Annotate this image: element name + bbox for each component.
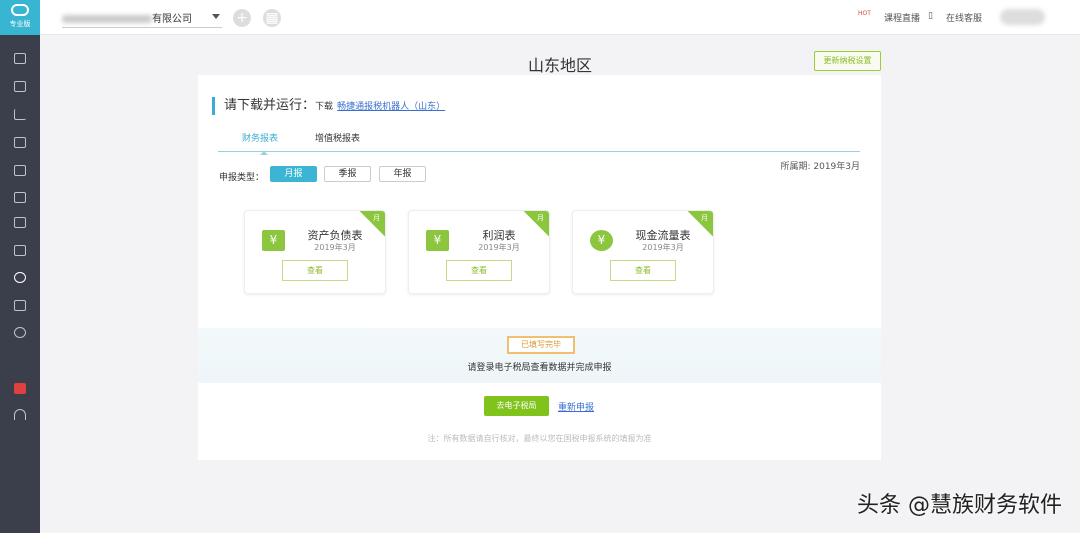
download-label: 请下载并运行： <box>224 98 316 113</box>
cloud-icon <box>11 4 29 16</box>
online-service-link[interactable]: 在线客服 <box>946 11 982 24</box>
card-date: 2019年3月 <box>314 243 356 252</box>
sidebar: 专业版 <box>0 0 40 533</box>
month-badge: 月 <box>537 214 544 222</box>
tab-financial-reports[interactable]: 财务报表 <box>242 131 278 155</box>
tab-vat-reports[interactable]: 增值税报表 <box>315 131 360 144</box>
avatar[interactable] <box>1000 9 1045 25</box>
cash-flow-card: 月 ¥ 现金流量表 2019年3月 查看 <box>572 210 714 294</box>
calendar-icon[interactable] <box>14 383 26 394</box>
watermark: 头条 @慧族财务软件 <box>857 493 1062 518</box>
card-title: 现金流量表 <box>635 229 691 242</box>
status-band: 已填写完毕 请登录电子税局查看数据并完成申报 <box>198 328 881 383</box>
view-button[interactable]: 查看 <box>610 260 676 281</box>
nav-icon-6[interactable] <box>14 192 26 203</box>
logo[interactable]: 专业版 <box>0 0 40 35</box>
month-badge: 月 <box>701 214 708 222</box>
note: 注：所有数据请自行核对，最终以您在国税申报系统的填报为准 <box>427 434 652 443</box>
grid-icon[interactable]: ▦ <box>263 9 281 27</box>
nav-icon-5[interactable] <box>14 165 26 176</box>
nav-icon-7[interactable] <box>14 217 26 228</box>
report-type-label: 申报类型： <box>219 173 265 183</box>
topbar: 有限公司 + ▦ HOT 课程直播 ▯ 在线客服 <box>40 0 1080 35</box>
annual-button[interactable]: 年报 <box>379 166 426 182</box>
page-title: 山东地区 <box>527 56 592 75</box>
download-heading: 请下载并运行：下载 畅捷通报税机器人（山东） <box>212 97 445 115</box>
hot-badge: HOT <box>858 10 871 17</box>
gauge-icon[interactable] <box>14 409 26 420</box>
quarterly-button[interactable]: 季报 <box>324 166 371 182</box>
chart-icon[interactable] <box>14 109 26 120</box>
period: 所属期: 2019年3月 <box>780 162 860 172</box>
download-prefix: 下载 <box>315 102 334 112</box>
income-statement-card: 月 ¥ 利润表 2019年3月 查看 <box>408 210 550 294</box>
company-select[interactable]: 有限公司 <box>62 10 222 28</box>
course-live-link[interactable]: 课程直播 <box>884 11 920 24</box>
logo-label: 专业版 <box>9 20 31 28</box>
gear-icon[interactable] <box>14 327 26 338</box>
status-badge: 已填写完毕 <box>507 336 575 354</box>
card-date: 2019年3月 <box>642 243 684 252</box>
redeclare-link[interactable]: 重新申报 <box>558 400 594 413</box>
status-message: 请登录电子税局查看数据并完成申报 <box>467 363 612 373</box>
shop-icon: ¥ <box>426 230 449 251</box>
chevron-down-icon[interactable] <box>212 14 220 23</box>
wallet-icon: ¥ <box>262 230 285 251</box>
view-button[interactable]: 查看 <box>446 260 512 281</box>
coins-icon: ¥ <box>590 230 613 251</box>
tax-icon[interactable] <box>14 272 26 283</box>
month-badge: 月 <box>373 214 380 222</box>
card-date: 2019年3月 <box>478 243 520 252</box>
tabs: 财务报表 增值税报表 <box>218 131 860 155</box>
nav-icon-4[interactable] <box>14 137 26 148</box>
add-icon[interactable]: + <box>233 9 251 27</box>
nav-icon-1[interactable] <box>14 53 26 64</box>
nav-icon-8[interactable] <box>14 245 26 256</box>
download-link[interactable]: 畅捷通报税机器人（山东） <box>337 102 445 112</box>
view-button[interactable]: 查看 <box>282 260 348 281</box>
monthly-button[interactable]: 月报 <box>270 166 317 182</box>
nav-icon-10[interactable] <box>14 300 26 311</box>
balance-sheet-card: 月 ¥ 资产负债表 2019年3月 查看 <box>244 210 386 294</box>
update-tax-settings-button[interactable]: 更新纳税设置 <box>814 51 881 71</box>
card-title: 利润表 <box>482 229 516 242</box>
go-e-tax-button[interactable]: 去电子税局 <box>484 396 549 416</box>
book-icon: ▯ <box>928 11 933 21</box>
nav-icon-2[interactable] <box>14 81 26 92</box>
card-title: 资产负债表 <box>307 229 363 242</box>
company-name: 有限公司 <box>152 14 192 25</box>
main-panel: 请下载并运行：下载 畅捷通报税机器人（山东） 财务报表 增值税报表 所属期: 2… <box>198 75 881 460</box>
